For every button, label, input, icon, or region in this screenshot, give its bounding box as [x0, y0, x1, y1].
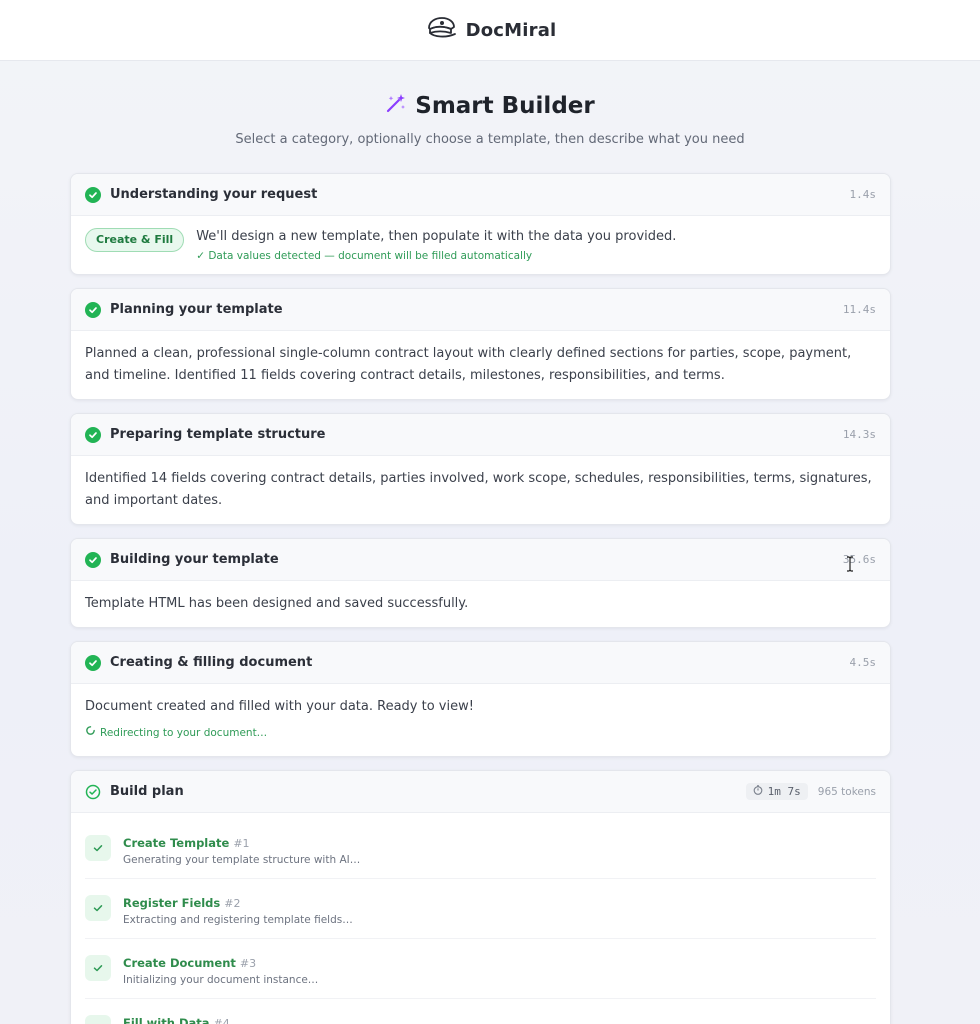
hero: Smart Builder Select a category, optiona… — [0, 61, 980, 147]
token-count: 965 tokens — [817, 785, 876, 798]
brand[interactable]: DocMiral — [424, 16, 557, 44]
plan-item-number: #3 — [239, 957, 257, 970]
text-cursor-icon — [846, 556, 854, 572]
check-circle-icon — [85, 654, 101, 671]
plan-item: Create Document #3 Initializing your docu… — [85, 939, 876, 999]
captain-hat-icon — [424, 16, 458, 44]
step-header[interactable]: Preparing template structure 14.3s — [71, 414, 890, 456]
step-title: Creating & filling document — [110, 655, 313, 670]
plan-item: Create Template #1 Generating your templa… — [85, 819, 876, 879]
page-title: Smart Builder — [385, 92, 595, 120]
plan-item-title: Fill with Data — [123, 1016, 210, 1024]
stopwatch-icon — [753, 785, 763, 798]
check-circle-icon — [85, 426, 101, 443]
step-text: Planned a clean, professional single-col… — [85, 346, 852, 383]
step-duration: 14.3s — [842, 428, 876, 441]
page-subtitle: Select a category, optionally choose a t… — [235, 132, 745, 147]
step-title: Preparing template structure — [110, 427, 326, 442]
check-circle-outline-icon — [85, 784, 101, 800]
build-plan-header[interactable]: Build plan 1m 7s 965 tokens — [71, 771, 890, 813]
plan-item-number: #2 — [224, 897, 241, 910]
plan-item-title: Create Document — [123, 956, 236, 970]
step-header[interactable]: Creating & filling document 4.5s — [71, 642, 890, 684]
build-plan-card: Build plan 1m 7s 965 tokens Create Templ… — [70, 770, 891, 1024]
magic-wand-icon — [385, 92, 407, 120]
plan-item-desc: Generating your template structure with … — [123, 854, 361, 866]
step-text: Identified 14 fields covering contract d… — [85, 471, 872, 508]
check-circle-icon — [85, 551, 101, 568]
plan-item: Register Fields #2 Extracting and registe… — [85, 879, 876, 939]
step-header[interactable]: Understanding your request 1.4s — [71, 174, 890, 216]
check-icon — [85, 835, 111, 861]
step-title: Building your template — [110, 552, 279, 567]
check-icon — [85, 955, 111, 981]
plan-item-title: Create Template — [123, 836, 230, 850]
build-plan-title: Build plan — [110, 784, 184, 799]
step-body: Create & Fill We'll design a new templat… — [71, 216, 890, 274]
step-card-planning: Planning your template 11.4s Planned a c… — [70, 288, 891, 400]
step-title: Planning your template — [110, 302, 283, 317]
plan-item: Fill with Data #4 — [85, 999, 876, 1024]
brand-name: DocMiral — [465, 19, 557, 41]
step-text: We'll design a new template, then popula… — [196, 229, 677, 244]
plan-list: Create Template #1 Generating your templa… — [71, 813, 890, 1024]
step-text: Template HTML has been designed and save… — [85, 596, 469, 611]
step-duration: 1.4s — [849, 188, 877, 201]
step-header[interactable]: Building your template 35.6s — [71, 539, 890, 581]
spinner-icon — [85, 722, 96, 744]
step-text: Document created and filled with your da… — [85, 699, 474, 714]
plan-item-desc: Extracting and registering template fiel… — [123, 914, 353, 926]
plan-item-desc: Initializing your document instance… — [123, 974, 319, 986]
step-card-preparing: Preparing template structure 14.3s Ident… — [70, 413, 891, 525]
page-title-text: Smart Builder — [415, 93, 595, 119]
elapsed-timer: 1m 7s — [745, 783, 808, 800]
step-card-understanding: Understanding your request 1.4s Create &… — [70, 173, 891, 275]
check-circle-icon — [85, 301, 101, 318]
top-bar: DocMiral — [0, 0, 980, 61]
step-duration: 4.5s — [849, 656, 877, 669]
step-card-creating: Creating & filling document 4.5s Documen… — [70, 641, 891, 757]
mode-badge: Create & Fill — [85, 228, 185, 252]
step-duration: 11.4s — [842, 303, 876, 316]
step-title: Understanding your request — [110, 187, 318, 202]
progress-steps: Understanding your request 1.4s Create &… — [70, 173, 891, 1024]
plan-item-number: #4 — [213, 1017, 230, 1024]
check-icon — [85, 895, 111, 921]
step-body: Document created and filled with your da… — [71, 684, 890, 756]
check-icon — [85, 1015, 111, 1024]
check-circle-icon — [85, 186, 101, 203]
plan-item-title: Register Fields — [123, 896, 221, 910]
detected-note: ✓ Data values detected — document will b… — [196, 250, 533, 262]
step-card-building: Building your template 35.6s Template HT… — [70, 538, 891, 628]
step-header[interactable]: Planning your template 11.4s — [71, 289, 890, 331]
plan-item-number: #1 — [233, 837, 250, 850]
check-icon: ✓ — [196, 250, 205, 262]
redirect-note: Redirecting to your document… — [85, 722, 876, 744]
